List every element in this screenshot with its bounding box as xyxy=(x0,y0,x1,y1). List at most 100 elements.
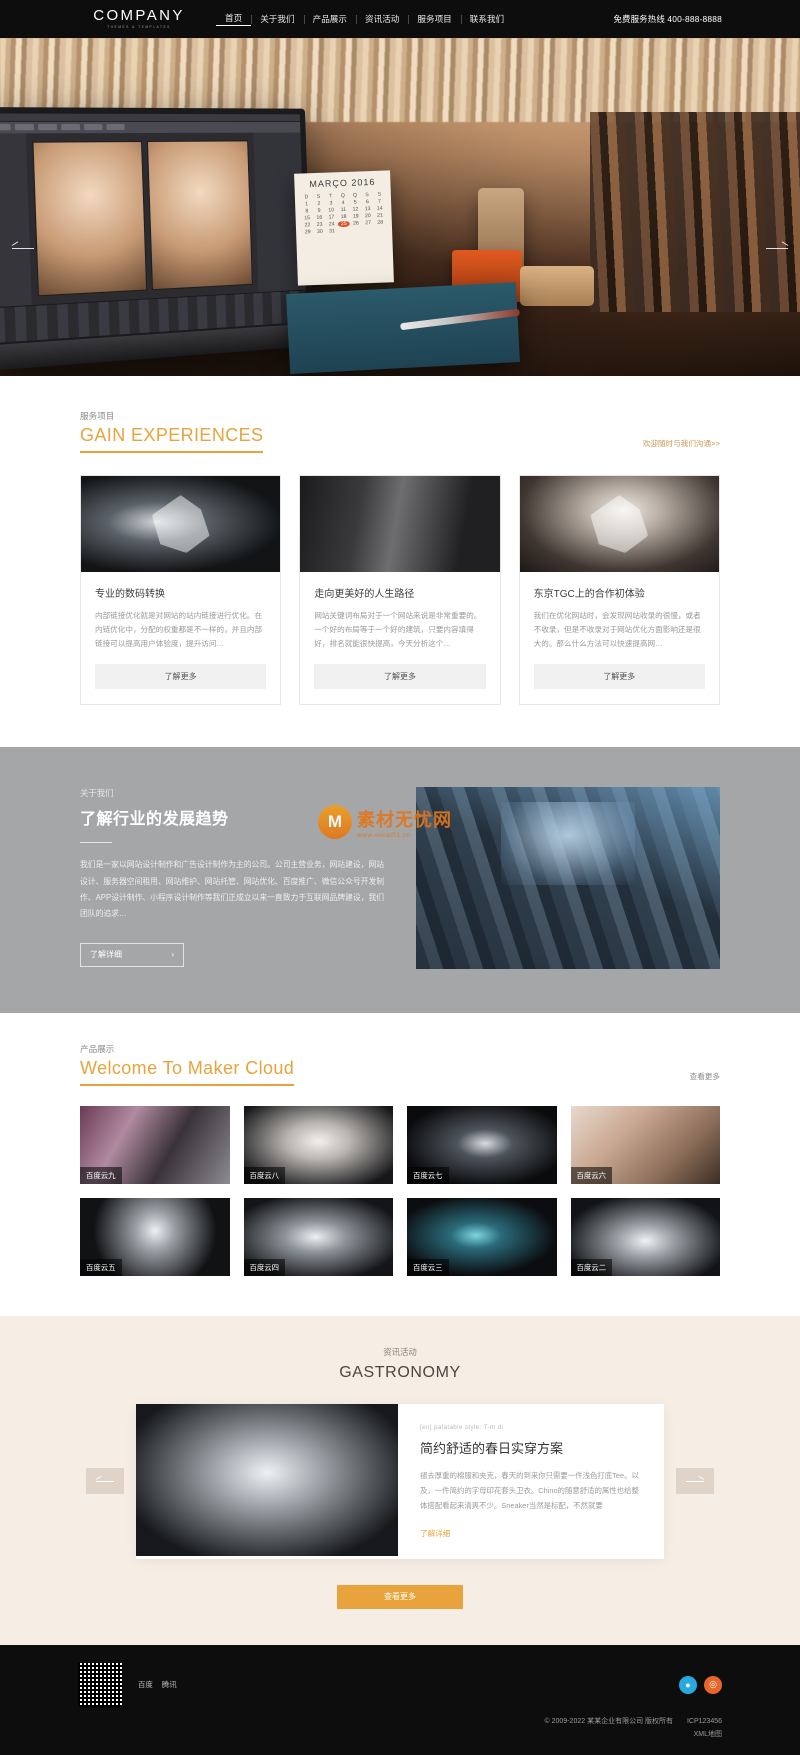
hero-next-arrow-icon[interactable] xyxy=(762,238,792,258)
services-title: GAIN EXPERIENCES xyxy=(80,425,264,453)
watermark-logo-icon: M xyxy=(318,805,352,840)
news-card-link[interactable]: 了解详细 xyxy=(420,1528,642,1539)
watermark-name: 素材无忧网 xyxy=(357,809,452,830)
service-card-image xyxy=(519,476,719,572)
service-card-button[interactable]: 了解更多 xyxy=(533,664,705,690)
chevron-right-icon: › xyxy=(171,950,174,960)
footer-socials: ● ◎ xyxy=(679,1675,722,1694)
footer-xml-link[interactable]: XML地图 xyxy=(78,1728,722,1741)
news-section: 资讯活动 GASTRONOMY [en] palatable style: T-… xyxy=(0,1316,800,1645)
news-label: 资讯活动 xyxy=(383,1347,417,1358)
service-card[interactable]: 东京TGC上的合作初体验 我们在优化网站时，会发现网站收录的很慢，或者不收录，但… xyxy=(518,475,720,706)
footer-bottom: © 2009-2022 某某企业有限公司 版权所有 ICP123456 XML地… xyxy=(0,1707,800,1755)
product-caption: 百度云六 xyxy=(570,1167,613,1185)
services-section: 服务项目 GAIN EXPERIENCES 欢迎随时与我们沟通>> 专业的数码转… xyxy=(0,376,800,748)
products-title: Welcome To Maker Cloud xyxy=(80,1058,295,1087)
products-section: 产品展示 Welcome To Maker Cloud 查看更多 百度云九 百度… xyxy=(0,1013,800,1317)
product-item[interactable]: 百度云六 xyxy=(570,1106,720,1185)
product-caption: 百度云五 xyxy=(80,1259,122,1277)
service-card-desc: 网站关键词布局对于一个网站来说是非常重要的。一个好的布局等于一个好的建筑，只要内… xyxy=(314,611,482,649)
site-footer: 百度 腾讯 ● ◎ © 2009-2022 某某企业有限公司 版权所有 ICP1… xyxy=(0,1644,800,1755)
news-card[interactable]: [en] palatable style: T-m di 简约舒适的春日实穿方案… xyxy=(136,1404,664,1559)
footer-links: 百度 腾讯 xyxy=(138,1679,177,1690)
about-detail-button[interactable]: 了解详细 › xyxy=(80,942,184,967)
product-item[interactable]: 百度云五 xyxy=(80,1198,230,1277)
hero-books-right xyxy=(590,112,800,312)
news-card-image xyxy=(136,1404,398,1557)
service-card[interactable]: 专业的数码转换 内部链接优化就是对网站的站内链接进行优化。在内链优化中，分配的权… xyxy=(80,475,282,706)
about-label: 关于我们 xyxy=(80,788,114,799)
product-item[interactable]: 百度云二 xyxy=(570,1198,720,1277)
products-header: 产品展示 Welcome To Maker Cloud 查看更多 xyxy=(80,1043,720,1087)
news-more-button[interactable]: 查看更多 xyxy=(337,1584,463,1609)
qr-code-icon xyxy=(78,1663,122,1707)
product-item[interactable]: 百度云九 xyxy=(80,1106,230,1185)
about-section: 关于我们 了解行业的发展趋势 我们是一家以网站设计制作和广告设计制作为主的公司。… xyxy=(0,747,800,1014)
nav-item-services[interactable]: 服务项目 xyxy=(408,13,460,25)
product-item[interactable]: 百度云三 xyxy=(407,1198,557,1277)
site-header: COMPANY THEMES & TEMPLATES 首页 关于我们 产品展示 … xyxy=(0,0,800,38)
product-caption: 百度云七 xyxy=(407,1167,449,1185)
about-detail-button-label: 了解详细 xyxy=(90,950,122,960)
product-item[interactable]: 百度云七 xyxy=(407,1106,557,1185)
about-description: 我们是一家以网站设计制作和广告设计制作为主的公司。公司主营业务，网站建设，网站设… xyxy=(80,860,385,919)
service-card-image xyxy=(300,476,500,572)
product-caption: 百度云四 xyxy=(243,1259,286,1277)
news-title: GASTRONOMY xyxy=(339,1364,461,1382)
nav-item-products[interactable]: 产品展示 xyxy=(303,13,356,25)
product-caption: 百度云三 xyxy=(407,1259,449,1277)
footer-link-tencent[interactable]: 腾讯 xyxy=(162,1679,177,1690)
nav-item-home[interactable]: 首页 xyxy=(216,12,252,26)
hero-laptop xyxy=(0,107,313,371)
nav-item-about[interactable]: 关于我们 xyxy=(251,13,303,25)
news-card-body: 褪去厚重的棉服和夹克，春天的到来你只需要一件浅色打底Tee。以及，一件简约的字母… xyxy=(420,1471,639,1510)
news-card-title: 简约舒适的春日实穿方案 xyxy=(420,1441,564,1457)
hero-toy-car xyxy=(520,266,594,306)
about-divider xyxy=(80,842,112,844)
products-grid: 百度云九 百度云八 百度云七 百度云六 百度云五 百度云四 百度云三 百度云二 xyxy=(80,1106,720,1277)
footer-copyright: © 2009-2022 某某企业有限公司 版权所有 xyxy=(544,1717,674,1725)
footer-link-baidu[interactable]: 百度 xyxy=(138,1679,153,1690)
hotline-text: 免费服务热线 400-888-8888 xyxy=(613,14,722,24)
hero-image: MARÇO 2016 DSTQQSS 1234567 8 9 10 11 12 13 14 … xyxy=(0,38,800,376)
product-item[interactable]: 百度云八 xyxy=(243,1106,393,1185)
service-card-title: 走向更美好的人生路径 xyxy=(314,589,415,600)
weibo-icon[interactable]: ◎ xyxy=(704,1675,722,1694)
product-caption: 百度云二 xyxy=(570,1259,613,1277)
footer-icp[interactable]: ICP123456 xyxy=(687,1718,722,1725)
services-label: 服务项目 xyxy=(80,411,115,421)
service-card-image xyxy=(81,476,281,572)
service-card-desc: 内部链接优化就是对网站的站内链接进行优化。在内链优化中，分配的权重都是不一样的，… xyxy=(95,611,263,649)
news-carousel: [en] palatable style: T-m di 简约舒适的春日实穿方案… xyxy=(0,1404,800,1559)
services-header: 服务项目 GAIN EXPERIENCES 欢迎随时与我们沟通>> xyxy=(80,410,720,453)
products-label: 产品展示 xyxy=(80,1044,115,1055)
service-card-button[interactable]: 了解更多 xyxy=(95,664,267,690)
calendar-title: MARÇO 2016 xyxy=(309,176,376,190)
qq-icon[interactable]: ● xyxy=(679,1675,697,1694)
service-card-desc: 我们在优化网站时，会发现网站收录的很慢，或者不收录，但是不收录对于网站优化方面影… xyxy=(533,611,701,649)
service-card[interactable]: 走向更美好的人生路径 网站关键词布局对于一个网站来说是非常重要的。一个好的布局等… xyxy=(299,475,501,706)
product-item[interactable]: 百度云四 xyxy=(243,1198,393,1277)
news-prev-arrow-icon[interactable] xyxy=(86,1468,124,1495)
site-logo[interactable]: COMPANY THEMES & TEMPLATES xyxy=(84,8,194,30)
watermark: M 素材无忧网 www.sucai51.cn xyxy=(318,805,452,840)
logo-subtext: THEMES & TEMPLATES xyxy=(107,25,171,30)
watermark-url: www.sucai51.cn xyxy=(357,831,411,839)
calendar-grid: DSTQQSS 1234567 8 9 10 11 12 13 14 15 16 17 18 19 2… xyxy=(304,191,384,236)
nav-item-news[interactable]: 资讯活动 xyxy=(355,13,408,25)
service-card-button[interactable]: 了解更多 xyxy=(314,664,486,690)
services-more-link[interactable]: 欢迎随时与我们沟通>> xyxy=(643,438,720,453)
product-caption: 百度云八 xyxy=(243,1167,286,1185)
product-caption: 百度云九 xyxy=(80,1167,122,1185)
services-grid: 专业的数码转换 内部链接优化就是对网站的站内链接进行优化。在内链优化中，分配的权… xyxy=(80,475,720,706)
hero-prev-arrow-icon[interactable] xyxy=(8,238,38,258)
news-card-meta: [en] palatable style: T-m di xyxy=(420,1424,504,1432)
service-card-title: 东京TGC上的合作初体验 xyxy=(533,589,645,600)
logo-text: COMPANY xyxy=(93,7,185,25)
nav-item-contact[interactable]: 联系我们 xyxy=(460,13,513,25)
service-card-title: 专业的数码转换 xyxy=(95,589,165,600)
products-more-link[interactable]: 查看更多 xyxy=(690,1071,720,1086)
news-next-arrow-icon[interactable] xyxy=(676,1468,714,1495)
main-navigation: 首页 关于我们 产品展示 资讯活动 服务项目 联系我们 xyxy=(216,12,513,26)
hero-calendar: MARÇO 2016 DSTQQSS 1234567 8 9 10 11 12 13 14 … xyxy=(294,170,394,286)
